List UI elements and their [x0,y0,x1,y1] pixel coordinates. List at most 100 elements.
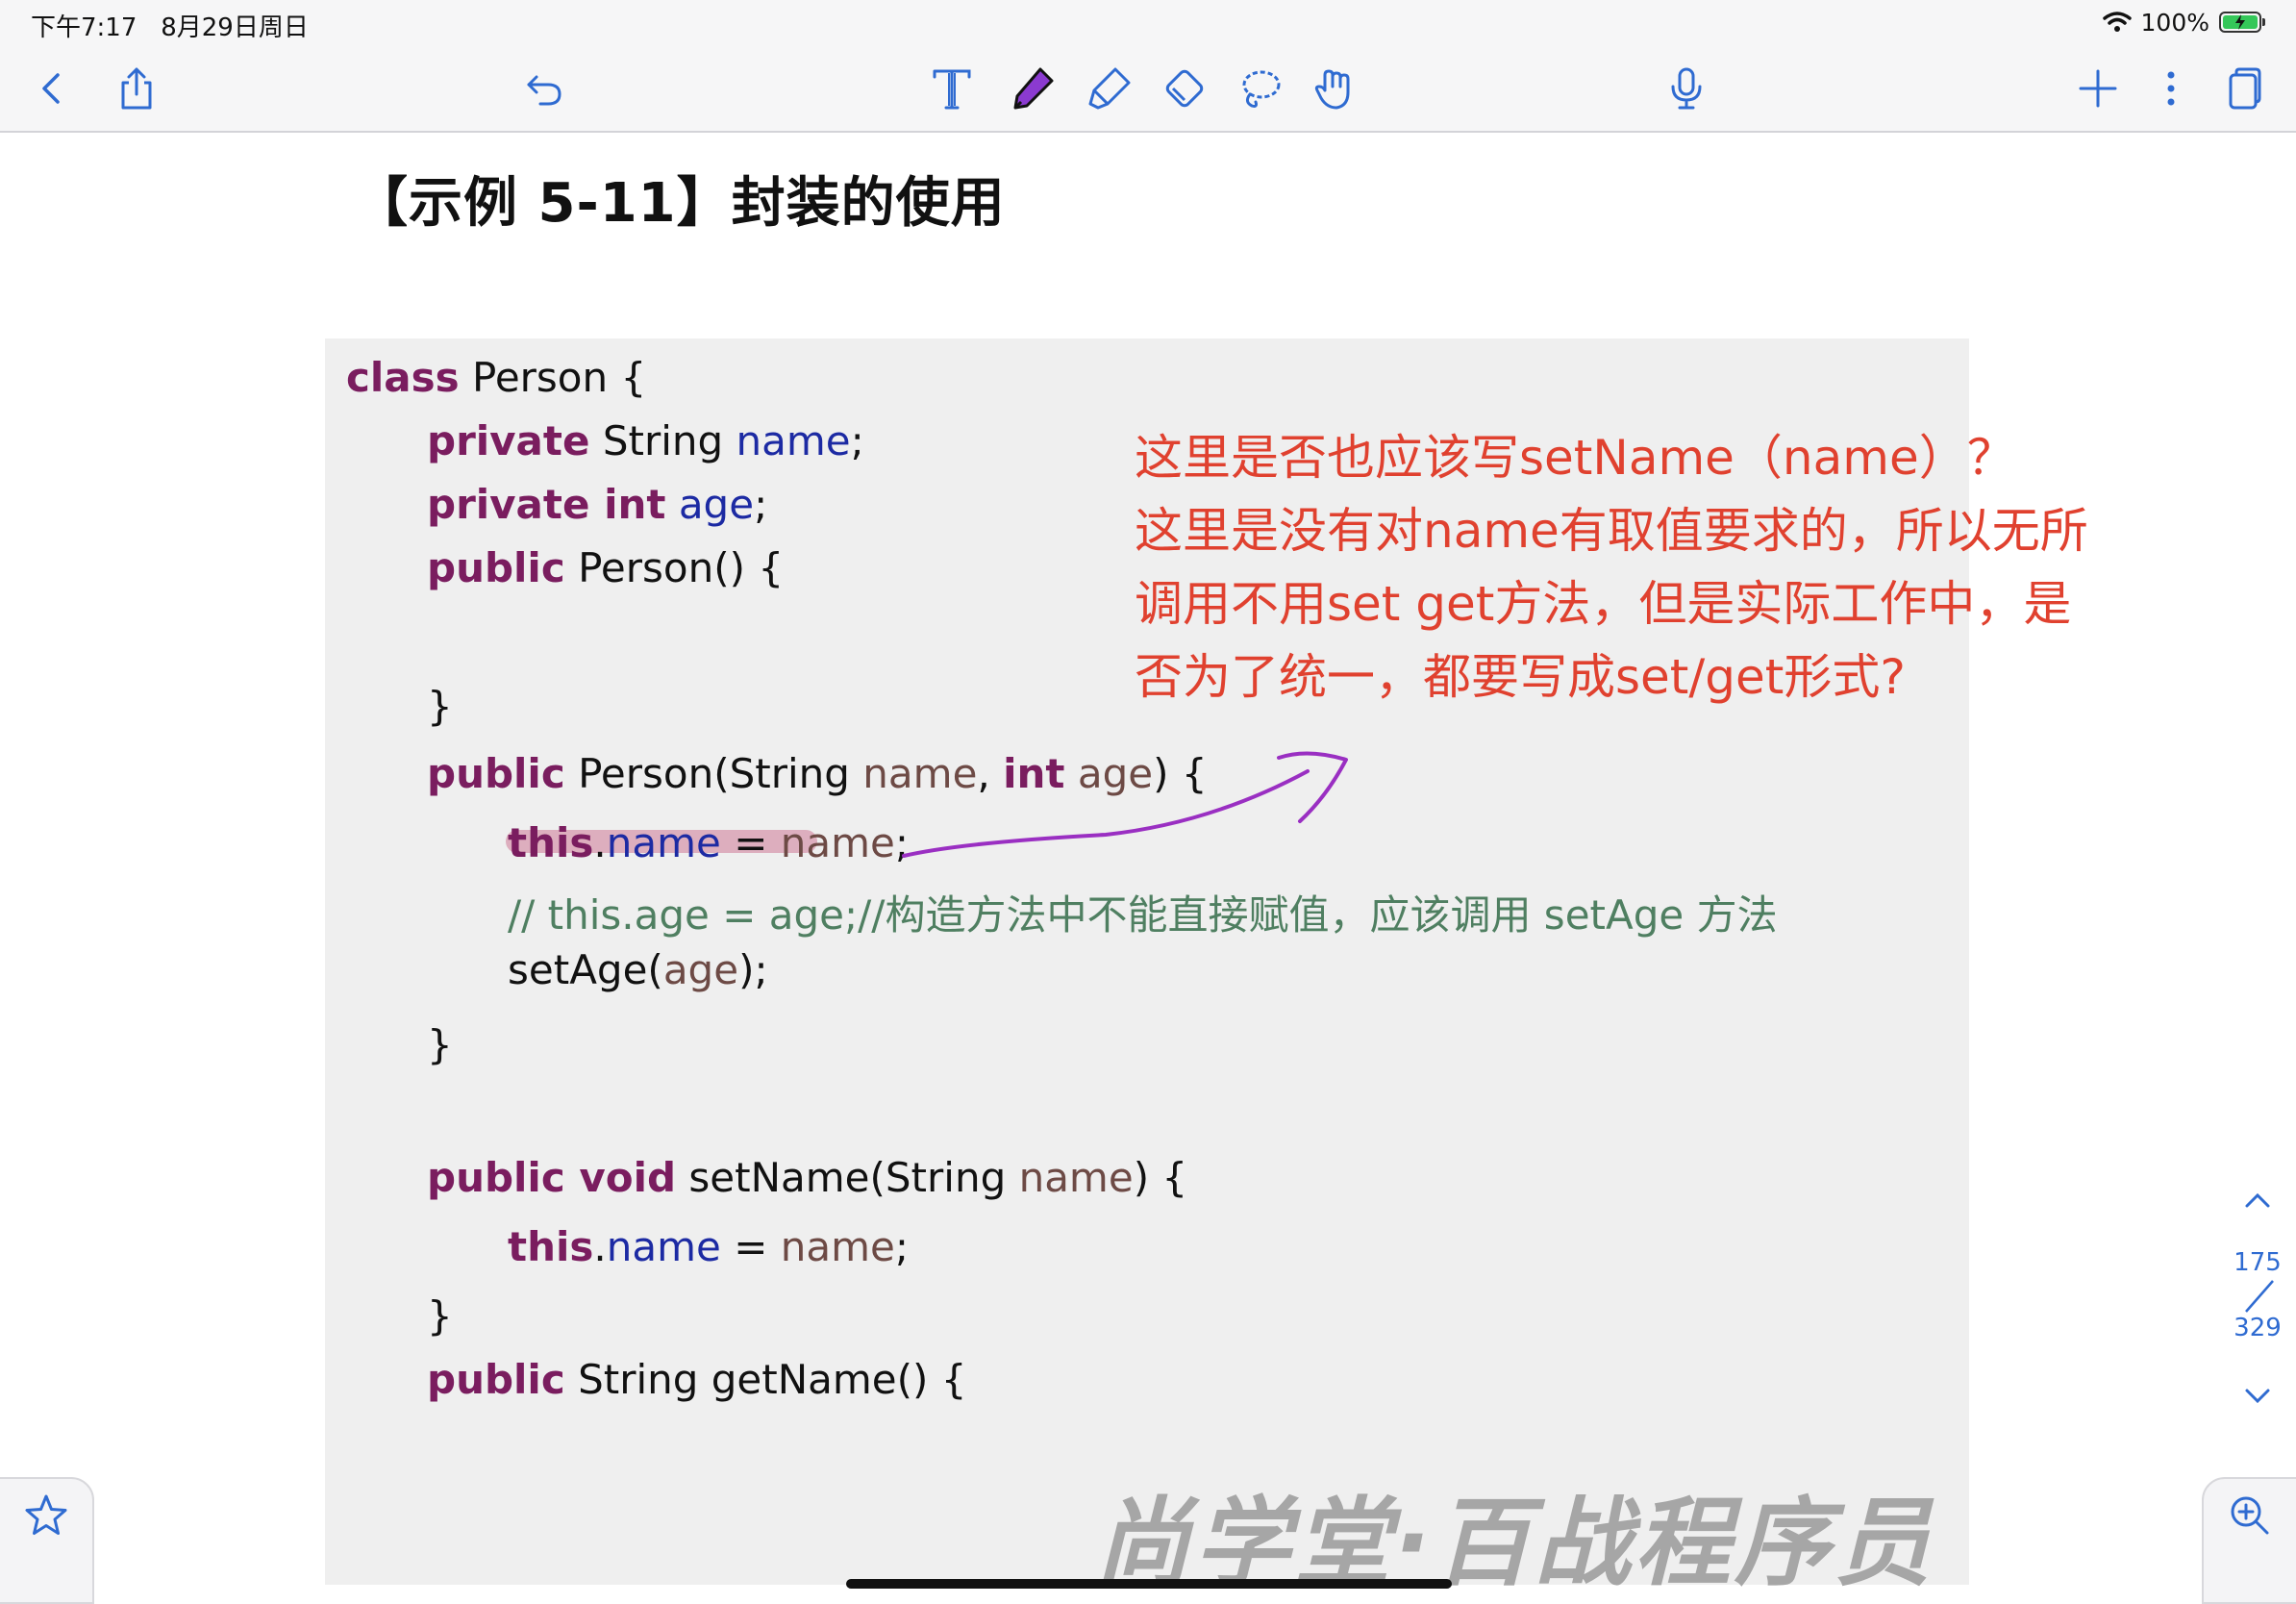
share-button[interactable] [108,60,165,117]
code-keyword: this [508,1223,594,1270]
code-text: ) { [1133,1154,1188,1201]
add-icon [2079,69,2117,108]
code-text: String [589,417,736,464]
code-keyword: public [427,1356,565,1403]
code-text: ; [754,481,768,528]
current-page: 175 [2234,1248,2282,1277]
battery-percent: 100% [2140,8,2209,37]
code-line-4: public Person() { [427,544,784,591]
code-text: . [593,1223,607,1270]
star-icon [25,1494,67,1535]
code-field: name [606,1223,721,1270]
code-line-11: public void setName(String name) { [427,1154,1187,1201]
code-line-13: } [427,1292,453,1340]
lasso-tool-button[interactable] [1231,60,1288,117]
pen-tool-button[interactable] [1004,60,1061,117]
handwritten-annotation[interactable]: 这里是否也应该写setName（name）？ 这里是没有对name有取值要求的，… [1135,421,2088,714]
more-icon [2167,71,2175,106]
code-text: ) { [1153,750,1208,797]
toolbar [0,46,2296,133]
status-clock: 下午7:17 [31,13,137,42]
code-text: Person() { [564,544,785,591]
zoom-button[interactable] [2202,1477,2296,1604]
code-field: name [736,417,851,464]
code-line-8-comment: // this.age = age;//构造方法中不能直接赋值，应该调用 set… [508,891,1778,939]
text-tool-button[interactable] [923,60,981,117]
code-line-2: private String name; [427,417,864,464]
code-line-12: this.name = name; [508,1223,909,1270]
code-line-14: public String getName() { [427,1356,966,1403]
code-line-10: } [427,1021,453,1068]
code-keyword: private int [427,481,666,528]
code-variable: age [1077,750,1154,797]
page-navigator: 175 329 [2219,1048,2296,1452]
code-keyword: public [427,544,565,591]
chevron-down-icon [2245,1389,2270,1404]
status-bar: 下午7:17 8月29日周日 100% [0,0,2296,46]
code-line-5: } [427,683,453,730]
pen-tool-icon [1013,67,1054,110]
page-title: 【示例 5-11】封装的使用 [354,172,1006,235]
code-keyword: public [427,750,565,797]
code-text: = [720,819,781,866]
pages-icon [2229,67,2261,110]
back-button[interactable] [23,60,81,117]
page-down-button[interactable] [2236,1375,2279,1417]
zoom-in-icon [2231,1496,2269,1535]
code-line-6: public Person(String name, int age) { [427,750,1208,797]
code-field: name [606,819,721,866]
pages-button[interactable] [2215,60,2273,117]
code-variable: age [662,946,739,993]
status-time: 下午7:17 8月29日周日 [31,8,309,43]
code-line-1: class Person { [346,354,646,401]
highlighter-tool-button[interactable] [1081,60,1138,117]
home-indicator[interactable] [846,1579,1452,1589]
total-pages: 329 [2234,1314,2282,1342]
code-line-9: setAge(age); [508,946,768,993]
code-variable: name [780,1223,895,1270]
code-variable: name [780,819,895,866]
more-button[interactable] [2142,60,2200,117]
back-icon [42,73,60,104]
code-text: ; [894,1223,910,1270]
code-keyword: public void [427,1154,677,1201]
page-up-button[interactable] [2236,1179,2279,1221]
code-text: Person(String [564,750,863,797]
add-button[interactable] [2069,60,2127,117]
code-variable: name [862,750,978,797]
code-text: String getName() { [564,1356,967,1403]
code-keyword: class [346,354,460,401]
code-keyword: private [427,417,590,464]
chevron-up-icon [2245,1192,2270,1208]
eraser-tool-icon [1165,69,1204,108]
code-text: , [977,750,1004,797]
code-text: Person { [459,354,647,401]
microphone-icon [1671,67,1702,110]
highlighter-tool-icon [1088,67,1131,110]
code-variable: name [1018,1154,1134,1201]
code-text: . [593,819,607,866]
document-page[interactable]: 【示例 5-11】封装的使用 class Person { private St… [0,133,2296,1604]
lasso-tool-icon [1242,70,1281,108]
page-separator [2245,1280,2274,1313]
code-text: setAge( [508,946,663,993]
microphone-button[interactable] [1658,60,1715,117]
wifi-icon [2102,12,2132,32]
code-text: ; [850,417,864,464]
undo-icon [527,75,562,106]
favorite-button[interactable] [0,1477,94,1604]
status-date: 8月29日周日 [161,13,309,42]
undo-button[interactable] [515,60,573,117]
code-keyword: int [1003,750,1065,797]
code-line-3: private int age; [427,481,767,528]
share-icon [121,67,152,110]
status-right: 100% [2102,6,2265,38]
hand-select-icon [1314,69,1350,110]
code-keyword: this [508,819,594,866]
hand-select-button[interactable] [1306,60,1363,117]
eraser-tool-button[interactable] [1156,60,1213,117]
text-tool-icon [933,69,971,110]
code-field: age [678,481,755,528]
